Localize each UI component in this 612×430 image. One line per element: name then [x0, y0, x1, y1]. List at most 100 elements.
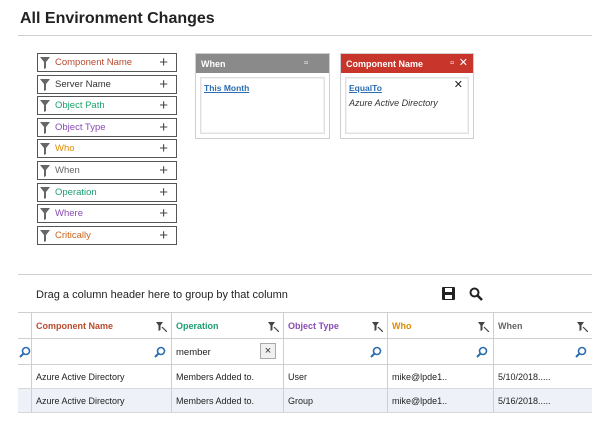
add-filter-icon[interactable]: + — [159, 162, 168, 179]
add-filter-icon[interactable]: + — [159, 97, 168, 114]
column-filter-icon[interactable] — [156, 321, 167, 332]
table-cell: User — [284, 365, 388, 388]
add-filter-icon[interactable]: + — [159, 227, 168, 244]
cell-text: Members Added to. — [176, 396, 255, 406]
funnel-icon — [40, 78, 50, 91]
filter-item-operation[interactable]: Operation + — [37, 182, 177, 202]
filter-item-label: Operation — [55, 186, 97, 198]
when-card-header: When ▫ — [196, 54, 329, 73]
filter-item-object-type[interactable]: Object Type + — [37, 117, 177, 137]
funnel-icon — [40, 164, 50, 177]
search-icon[interactable] — [476, 346, 488, 358]
search-icon[interactable] — [154, 346, 166, 358]
filter-item-object-path[interactable]: Object Path + — [37, 96, 177, 116]
filter-cell-who[interactable] — [388, 339, 494, 364]
add-filter-icon[interactable]: + — [159, 119, 168, 136]
cell-text: User — [288, 372, 308, 382]
add-filter-icon[interactable]: + — [159, 140, 168, 157]
table-cell: 5/16/2018..... — [494, 389, 592, 412]
component-filter-value: Azure Active Directory — [349, 98, 438, 108]
when-condition-link[interactable]: This Month — [204, 83, 249, 93]
column-header-label: Operation — [176, 321, 219, 331]
cell-text: mike@lpde1.. — [392, 396, 448, 406]
column-header-label: Object Type — [288, 321, 339, 331]
row-spacer — [18, 365, 32, 388]
filter-cell-component-name[interactable] — [32, 339, 172, 364]
column-header-label: When — [498, 321, 523, 331]
when-card-body: This Month — [200, 77, 325, 134]
add-filter-icon[interactable]: + — [159, 205, 168, 222]
table-cell: Members Added to. — [172, 389, 284, 412]
funnel-icon — [40, 100, 50, 113]
table-cell: mike@lpde1.. — [388, 365, 494, 388]
column-header-operation[interactable]: Operation — [172, 313, 284, 338]
search-icon[interactable] — [469, 287, 483, 301]
cell-text: Group — [288, 396, 314, 406]
component-condition-link[interactable]: EqualTo — [349, 83, 382, 93]
filter-item-component-name[interactable]: Component Name + — [37, 53, 177, 72]
funnel-icon — [40, 186, 50, 199]
add-filter-icon[interactable]: + — [159, 184, 168, 201]
remove-condition-icon[interactable]: ✕ — [454, 78, 463, 91]
maximize-icon[interactable]: ▫ — [304, 57, 308, 69]
column-header-label: Who — [392, 321, 412, 331]
funnel-icon — [40, 143, 50, 156]
component-card-body: EqualTo Azure Active Directory — [345, 77, 469, 134]
operation-filter-input[interactable]: member — [176, 347, 211, 358]
funnel-icon — [40, 57, 50, 69]
filter-item-who[interactable]: Who + — [37, 139, 177, 159]
filter-item-label: Where — [55, 208, 83, 220]
results-grid: Drag a column header here to group by th… — [18, 274, 592, 415]
component-card-title: Component Name — [346, 59, 424, 69]
filter-row-spacer — [18, 339, 32, 364]
column-header-when[interactable]: When — [494, 313, 592, 338]
add-filter-icon[interactable]: + — [159, 76, 168, 93]
filter-item-critically[interactable]: Critically + — [37, 225, 177, 245]
column-filter-icon[interactable] — [268, 321, 279, 332]
add-filter-icon[interactable]: + — [159, 54, 168, 71]
table-cell: 5/10/2018..... — [494, 365, 592, 388]
search-icon[interactable] — [19, 346, 31, 358]
table-cell: Azure Active Directory — [32, 389, 172, 412]
filter-cell-object-type[interactable] — [284, 339, 388, 364]
table-cell: Azure Active Directory — [32, 365, 172, 388]
page-title: All Environment Changes — [20, 10, 215, 27]
column-header-who[interactable]: Who — [388, 313, 494, 338]
filter-item-label: When — [55, 164, 80, 176]
funnel-icon — [40, 121, 50, 134]
save-icon[interactable] — [442, 287, 455, 300]
filter-cell-operation[interactable]: member × — [172, 339, 284, 364]
filter-item-where[interactable]: Where + — [37, 204, 177, 224]
group-by-bar: Drag a column header here to group by th… — [18, 275, 592, 313]
filter-item-label: Server Name — [55, 78, 111, 90]
when-filter-card: When ▫ This Month — [195, 53, 330, 139]
table-row[interactable]: Azure Active Directory Members Added to.… — [18, 389, 592, 413]
table-row[interactable]: Azure Active Directory Members Added to.… — [18, 365, 592, 389]
grid-header-row: Component Name Operation Object Type Who… — [18, 313, 592, 339]
column-filter-icon[interactable] — [577, 321, 588, 332]
clear-filter-button[interactable]: × — [260, 343, 276, 359]
filter-item-when[interactable]: When + — [37, 160, 177, 180]
cell-text: Azure Active Directory — [36, 396, 125, 406]
title-divider — [18, 35, 592, 36]
maximize-icon[interactable]: ▫ — [450, 57, 454, 69]
column-filter-icon[interactable] — [372, 321, 383, 332]
close-icon[interactable]: ✕ — [459, 57, 468, 69]
filter-item-label: Component Name — [55, 57, 133, 68]
cell-text: mike@lpde1.. — [392, 372, 448, 382]
component-card-header: Component Name ▫ ✕ — [341, 54, 473, 73]
cell-text: Members Added to. — [176, 372, 255, 382]
filter-item-label: Critically — [55, 229, 91, 241]
column-header-component-name[interactable]: Component Name — [32, 313, 172, 338]
column-header-label: Component Name — [36, 321, 114, 331]
header-spacer — [18, 313, 32, 338]
filter-cell-when[interactable] — [494, 339, 592, 364]
column-header-object-type[interactable]: Object Type — [284, 313, 388, 338]
filter-item-server-name[interactable]: Server Name + — [37, 74, 177, 94]
funnel-icon — [40, 208, 50, 221]
search-icon[interactable] — [575, 346, 587, 358]
search-icon[interactable] — [370, 346, 382, 358]
column-filter-icon[interactable] — [478, 321, 489, 332]
filter-item-label: Who — [55, 143, 75, 155]
table-cell: Members Added to. — [172, 365, 284, 388]
